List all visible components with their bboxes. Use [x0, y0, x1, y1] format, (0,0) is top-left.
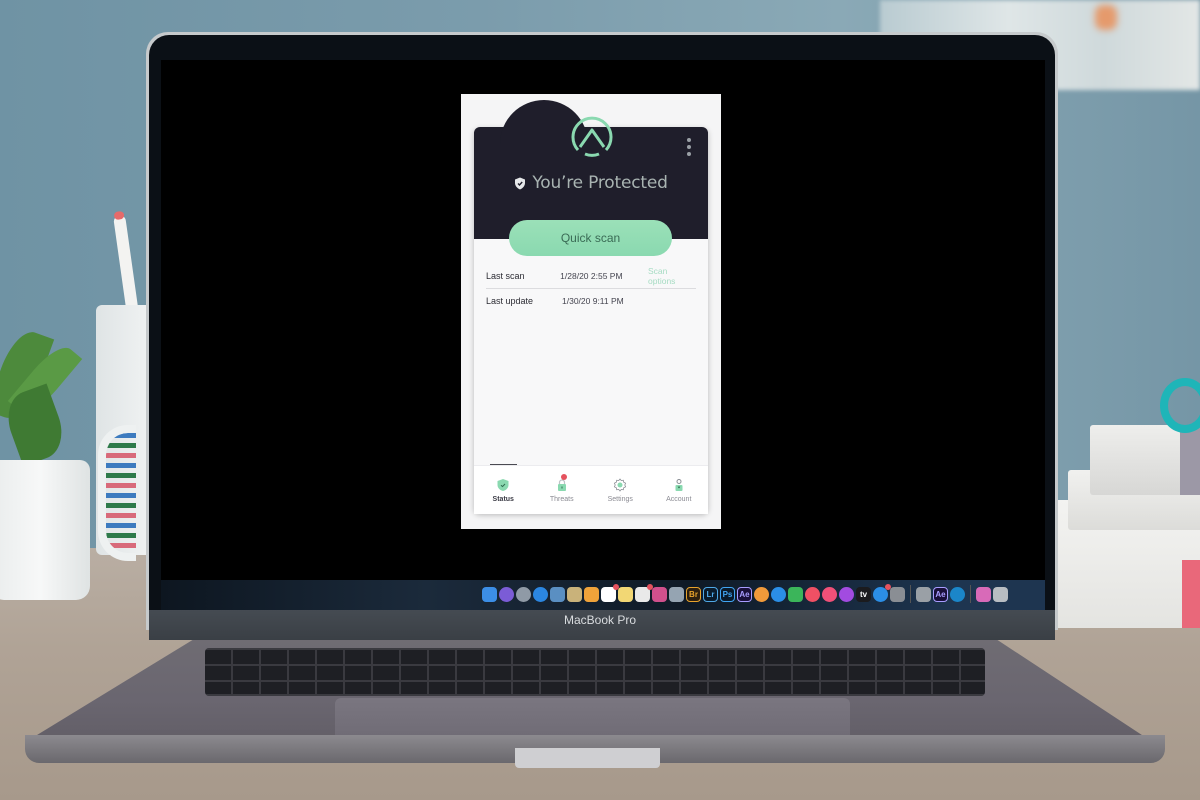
- tab-settings-label: Settings: [607, 495, 633, 503]
- dock-music-icon[interactable]: [822, 586, 837, 602]
- dock-facetime-icon[interactable]: [788, 586, 803, 602]
- last-update-label: Last update: [486, 296, 534, 306]
- dock-finder-icon[interactable]: [482, 586, 497, 602]
- plant-pot: [0, 460, 90, 600]
- dock-siri-icon[interactable]: [499, 586, 514, 602]
- tab-account[interactable]: Account: [650, 466, 709, 514]
- mug-handle: [98, 425, 136, 561]
- user-icon: [675, 478, 683, 491]
- bottom-tab-bar: Status Threats Settings Account: [474, 465, 708, 514]
- tab-status[interactable]: Status: [474, 466, 533, 514]
- threats-badge: [560, 474, 567, 480]
- dock-system-preferences-icon[interactable]: [890, 586, 905, 602]
- info-divider: [486, 288, 696, 289]
- dock-news-icon[interactable]: [805, 586, 820, 602]
- app-logo-icon: [571, 116, 613, 157]
- screen: Br Lr Ps Ae tv Ae You’re Protected Quick scan…: [161, 60, 1045, 610]
- dock-photos-icon[interactable]: [754, 586, 769, 602]
- last-scan-label: Last scan: [486, 271, 525, 281]
- status-title: You’re Protected: [532, 173, 668, 193]
- dock-trash-icon[interactable]: [993, 586, 1008, 602]
- dock-edge-icon[interactable]: [950, 586, 965, 602]
- last-scan-value: 1/28/20 2:55 PM: [560, 271, 623, 281]
- dock-podcasts-icon[interactable]: [839, 586, 854, 602]
- tab-account-label: Account: [666, 495, 692, 503]
- keyboard: [205, 648, 985, 696]
- dock-notes-stack-icon[interactable]: [567, 586, 582, 602]
- last-update-value: 1/30/20 9:11 PM: [562, 296, 624, 306]
- tab-settings[interactable]: Settings: [591, 466, 650, 514]
- dock-separator: [910, 585, 911, 603]
- lid-notch: [515, 748, 660, 768]
- gear-icon: [614, 477, 627, 492]
- last-update-row: Last update 1/30/20 9:11 PM: [486, 291, 696, 311]
- shield-icon: [515, 177, 526, 189]
- dock: Br Lr Ps Ae tv Ae: [321, 580, 1045, 608]
- dock-calendar-icon[interactable]: [601, 583, 619, 602]
- dock-photo-booth-icon[interactable]: [669, 586, 684, 602]
- more-options-icon[interactable]: [684, 138, 694, 156]
- dock-photoshop-icon[interactable]: Ps: [720, 586, 735, 602]
- protection-status: You’re Protected: [474, 173, 708, 193]
- dock-lightroom-icon[interactable]: Lr: [703, 586, 718, 602]
- dock-launchpad-icon[interactable]: [516, 586, 531, 602]
- dock-downloads-icon[interactable]: [976, 586, 991, 602]
- tab-threats[interactable]: Threats: [533, 466, 592, 514]
- dock-stickies-icon[interactable]: [618, 586, 633, 602]
- dock-bridge-icon[interactable]: Br: [686, 586, 701, 602]
- dock-apple-tv-icon[interactable]: tv: [856, 586, 871, 602]
- shield-check-icon: [497, 478, 509, 491]
- dock-after-effects-2-icon[interactable]: Ae: [933, 586, 948, 602]
- dock-pages-icon[interactable]: [584, 586, 599, 602]
- brand-label: MacBook Pro: [563, 613, 637, 627]
- dock-preview-icon[interactable]: [550, 586, 565, 602]
- dock-after-effects-icon[interactable]: Ae: [737, 586, 752, 602]
- dock-documents-icon[interactable]: [916, 586, 931, 602]
- dock-messages-blue-icon[interactable]: [771, 586, 786, 602]
- last-scan-row: Last scan 1/28/20 2:55 PM Scan options: [486, 266, 696, 286]
- dock-separator: [970, 585, 971, 603]
- book: [1090, 425, 1200, 495]
- dock-final-cut-icon[interactable]: [652, 586, 667, 602]
- tab-status-label: Status: [492, 495, 514, 503]
- dock-safari-icon[interactable]: [533, 586, 548, 602]
- dock-app-store-icon[interactable]: [873, 583, 891, 602]
- tab-threats-label: Threats: [549, 495, 574, 503]
- scan-options-link[interactable]: Scan options: [648, 266, 696, 286]
- quick-scan-button[interactable]: Quick scan: [509, 220, 672, 256]
- dock-reminders-icon[interactable]: [635, 583, 653, 602]
